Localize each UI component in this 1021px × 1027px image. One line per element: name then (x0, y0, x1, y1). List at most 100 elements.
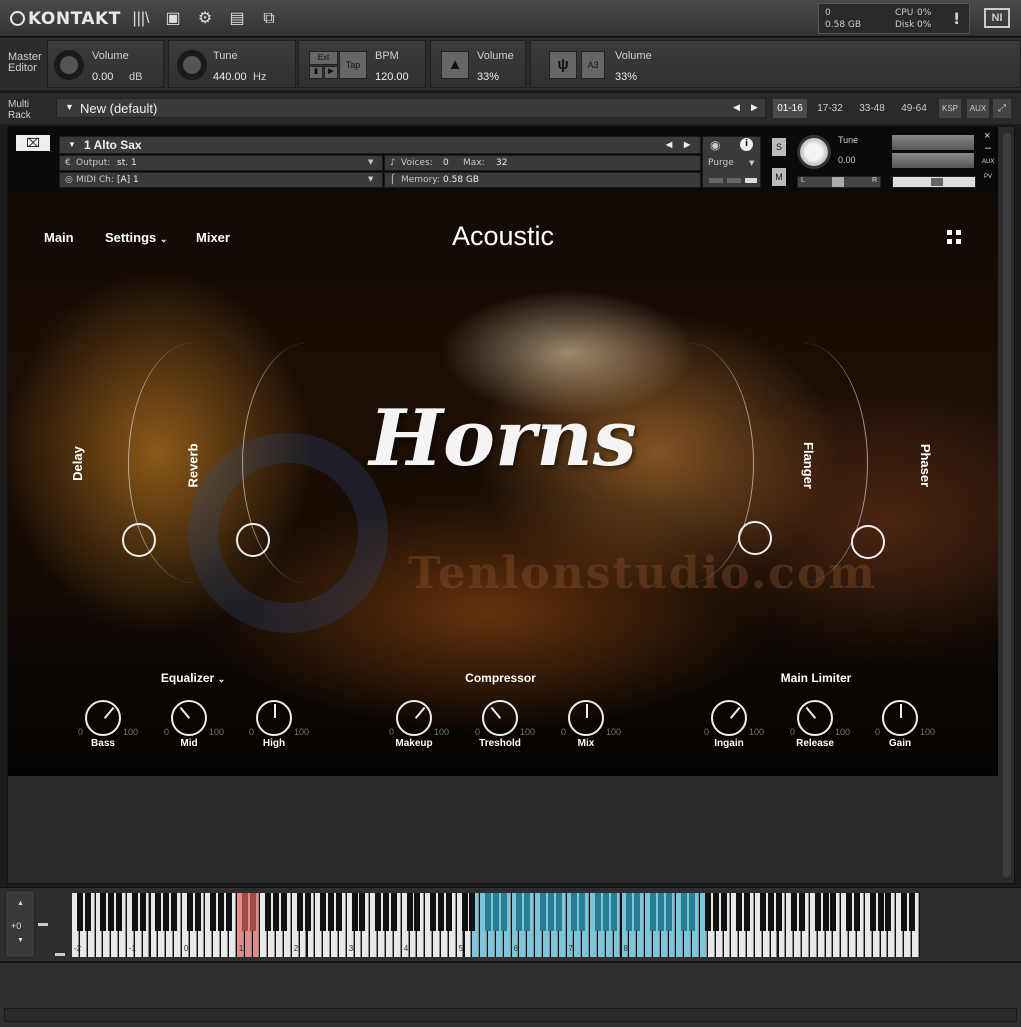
prev-arrow-icon[interactable]: ◀ (733, 102, 740, 113)
black-key[interactable] (799, 893, 806, 931)
pv-toggle[interactable]: PV (984, 174, 992, 180)
black-key[interactable] (854, 893, 860, 931)
aux-button[interactable]: AUX (967, 99, 989, 118)
black-key[interactable] (540, 893, 546, 931)
multi-preset-dropdown[interactable]: ▼ New (default) ◀ ▶ (56, 98, 766, 118)
black-key[interactable] (634, 893, 641, 931)
black-key[interactable] (100, 893, 107, 931)
bass-knob[interactable] (85, 700, 121, 736)
black-key[interactable] (320, 893, 327, 931)
midi-channel-selector[interactable]: ◎ MIDI Ch: [A] 1 ▼ (59, 172, 383, 188)
bpm-value[interactable]: 120.00 (375, 71, 409, 83)
black-key[interactable] (461, 893, 468, 931)
black-key[interactable] (359, 893, 366, 931)
black-key[interactable] (76, 893, 83, 931)
black-key[interactable] (414, 893, 421, 931)
master-volume-value[interactable]: 0.00 (92, 71, 113, 83)
black-key[interactable] (210, 893, 217, 931)
black-key[interactable] (406, 893, 413, 931)
nav-mixer[interactable]: Mixer (196, 230, 230, 245)
solo-button[interactable]: S (772, 138, 786, 156)
gain-knob[interactable] (882, 700, 918, 736)
instrument-tune-knob[interactable] (797, 135, 831, 169)
ksp-button[interactable]: KSP (939, 99, 961, 118)
next-arrow-icon[interactable]: ▶ (751, 102, 758, 113)
black-key[interactable] (877, 893, 884, 931)
pan-slider[interactable]: L R (797, 176, 881, 188)
black-key[interactable] (445, 893, 452, 931)
black-key[interactable] (885, 893, 892, 931)
minimize-view-icon[interactable]: ⧉ (259, 9, 279, 29)
nav-main[interactable]: Main (44, 230, 74, 245)
high-knob[interactable] (256, 700, 292, 736)
black-key[interactable] (594, 893, 601, 931)
black-key[interactable] (163, 893, 170, 931)
collapse-arrow-icon[interactable]: ▼ (68, 140, 76, 149)
instrument-tune-value[interactable]: 0.00 (838, 155, 856, 165)
piano-keyboard[interactable]: -2 -1 0 1 2 3 4 5 6 7 8 (72, 893, 920, 957)
black-key[interactable] (791, 893, 798, 931)
metronome-icon[interactable]: ▲ (441, 51, 469, 79)
metronome-volume[interactable]: 33% (477, 71, 499, 83)
nav-settings[interactable]: Settings ⌄ (105, 230, 167, 245)
output-selector[interactable]: € Output: st. 1 ▼ (59, 155, 383, 171)
ext-sync-button[interactable]: Ext (309, 51, 338, 65)
mid-knob[interactable] (171, 700, 207, 736)
black-key[interactable] (437, 893, 444, 931)
black-key[interactable] (273, 893, 280, 931)
wrench-icon[interactable]: ⌧ (16, 135, 50, 151)
black-key[interactable] (744, 893, 751, 931)
makeup-knob[interactable] (396, 700, 432, 736)
mix-knob[interactable] (568, 700, 604, 736)
black-key[interactable] (390, 893, 397, 931)
save-icon[interactable]: ▣ (163, 9, 183, 29)
black-key[interactable] (736, 893, 743, 931)
black-key[interactable] (241, 893, 248, 931)
black-key[interactable] (375, 893, 382, 931)
black-key[interactable] (500, 893, 507, 931)
aux-toggle[interactable]: AUX (982, 159, 994, 165)
phaser-toggle[interactable] (851, 525, 885, 559)
tuning-fork-icon[interactable]: ψ (549, 51, 577, 79)
black-key[interactable] (830, 893, 837, 931)
info-icon[interactable]: i (740, 138, 753, 151)
prev-instrument-icon[interactable]: ◀ (666, 140, 672, 149)
black-key[interactable] (869, 893, 876, 931)
equalizer-title[interactable]: Equalizer ⌄ (148, 671, 238, 685)
grid-menu-icon[interactable] (947, 230, 961, 244)
black-key[interactable] (681, 893, 688, 931)
black-key[interactable] (171, 893, 178, 931)
purge-menu[interactable]: Purge (708, 158, 734, 168)
black-key[interactable] (712, 893, 719, 931)
black-key[interactable] (280, 893, 287, 931)
gear-icon[interactable]: ⚙ (195, 9, 215, 29)
black-key[interactable] (901, 893, 908, 931)
black-key[interactable] (186, 893, 193, 931)
pitch-marker[interactable] (55, 953, 65, 956)
delay-toggle[interactable] (122, 523, 156, 557)
black-key[interactable] (571, 893, 578, 931)
black-key[interactable] (846, 893, 853, 931)
master-volume-knob[interactable] (54, 50, 84, 80)
black-key[interactable] (218, 893, 225, 931)
black-key[interactable] (516, 893, 523, 931)
transpose-up-icon[interactable]: ▲ (17, 900, 24, 907)
play-icon[interactable]: ▶ (324, 66, 338, 79)
black-key[interactable] (704, 893, 711, 931)
instrument-name[interactable]: 1 Alto Sax (84, 138, 142, 152)
black-key[interactable] (108, 893, 115, 931)
black-key[interactable] (430, 893, 437, 931)
transpose-control[interactable]: ▲ +0 ▼ (5, 890, 35, 958)
black-key[interactable] (469, 893, 476, 931)
black-key[interactable] (759, 893, 766, 931)
black-key[interactable] (265, 893, 272, 931)
black-key[interactable] (555, 893, 562, 931)
close-icon[interactable]: × (984, 130, 990, 142)
volume-slider[interactable] (892, 176, 976, 188)
black-key[interactable] (351, 893, 358, 931)
black-key[interactable] (720, 893, 727, 931)
black-key[interactable] (814, 893, 821, 931)
black-key[interactable] (335, 893, 342, 931)
transpose-down-icon[interactable]: ▼ (17, 937, 24, 944)
black-key[interactable] (649, 893, 656, 931)
